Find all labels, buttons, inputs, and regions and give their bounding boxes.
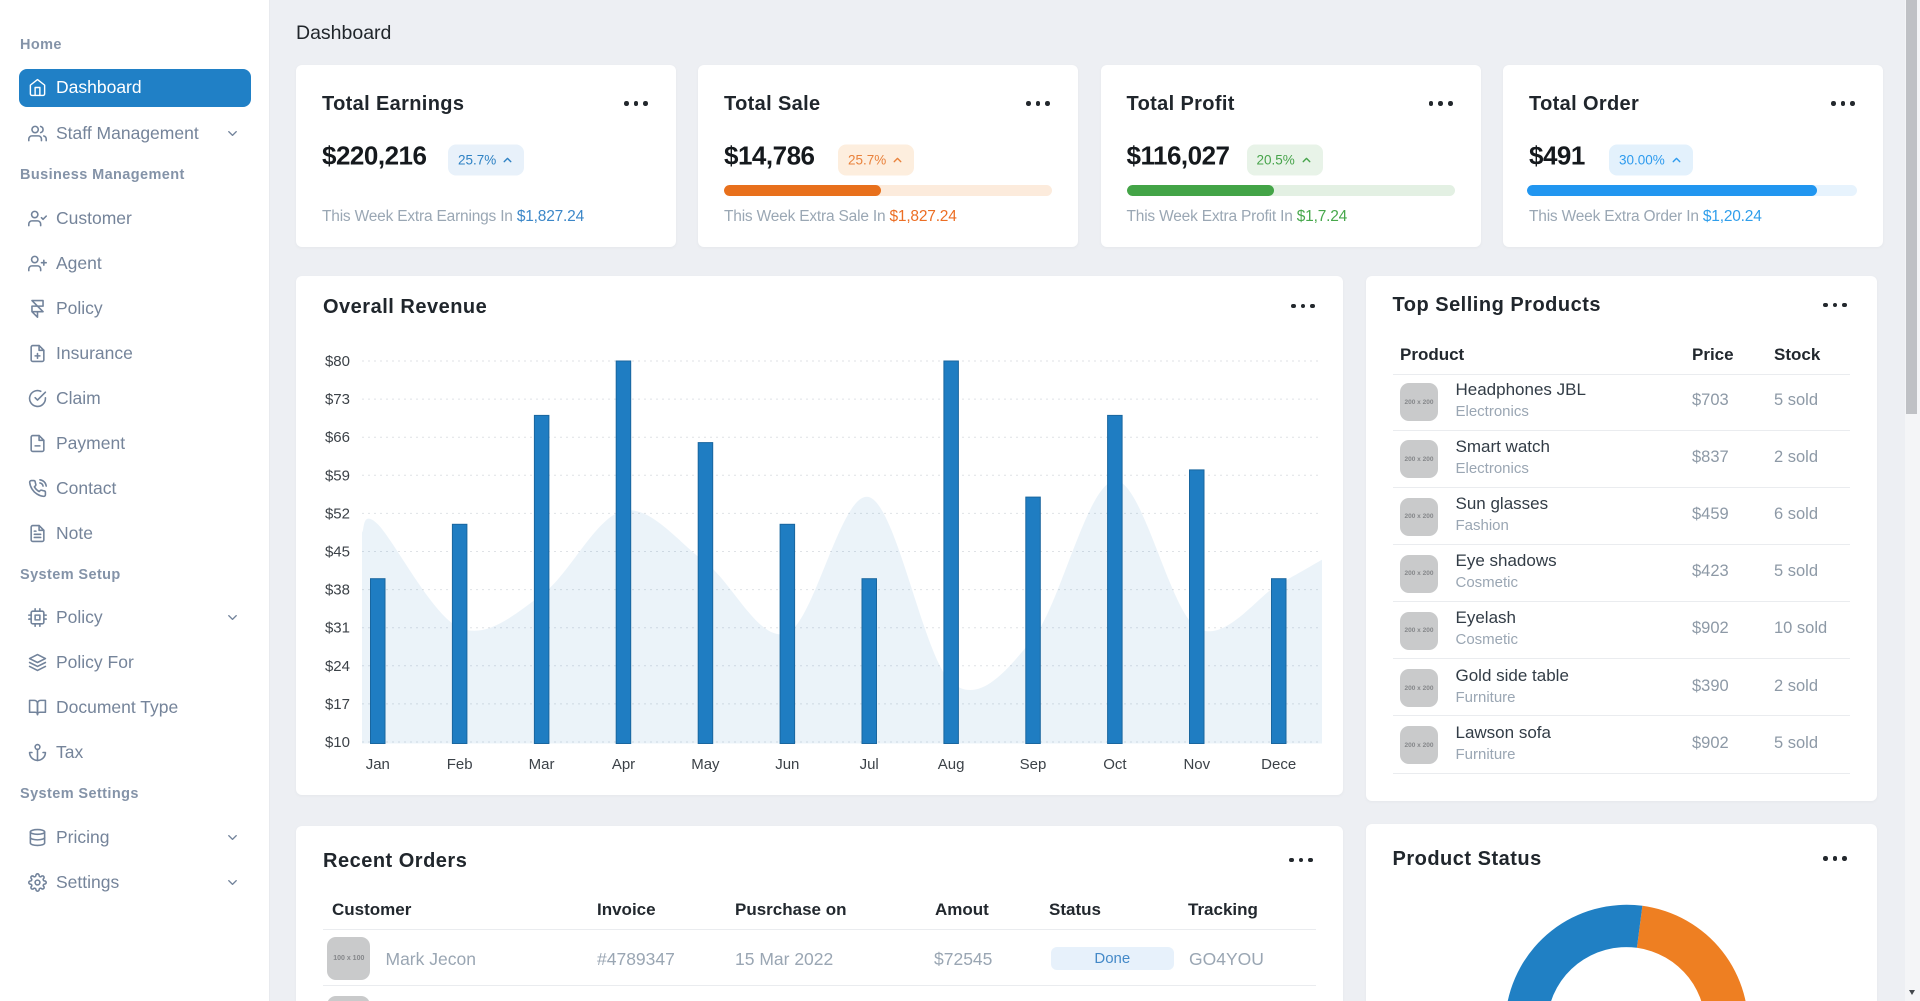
svg-text:$59: $59 xyxy=(325,467,350,484)
svg-text:$52: $52 xyxy=(325,505,350,522)
svg-text:$45: $45 xyxy=(325,543,350,560)
svg-text:$10: $10 xyxy=(325,734,350,751)
svg-text:Nov: Nov xyxy=(1183,756,1210,773)
svg-text:$17: $17 xyxy=(325,695,350,712)
svg-text:Jan: Jan xyxy=(366,756,390,773)
svg-text:Sep: Sep xyxy=(1020,756,1047,773)
svg-text:Mar: Mar xyxy=(529,756,555,773)
svg-text:$80: $80 xyxy=(325,353,350,370)
svg-text:Apr: Apr xyxy=(612,756,635,773)
svg-text:May: May xyxy=(691,756,720,773)
svg-text:Dece: Dece xyxy=(1261,756,1296,773)
svg-text:$73: $73 xyxy=(325,391,350,408)
svg-text:Oct: Oct xyxy=(1103,756,1127,773)
svg-text:Aug: Aug xyxy=(938,756,965,773)
svg-text:Jul: Jul xyxy=(860,756,879,773)
svg-text:Feb: Feb xyxy=(447,756,473,773)
svg-text:$31: $31 xyxy=(325,619,350,636)
svg-text:$38: $38 xyxy=(325,581,350,598)
svg-text:$66: $66 xyxy=(325,429,350,446)
svg-text:$24: $24 xyxy=(325,657,350,674)
svg-text:Jun: Jun xyxy=(775,756,799,773)
